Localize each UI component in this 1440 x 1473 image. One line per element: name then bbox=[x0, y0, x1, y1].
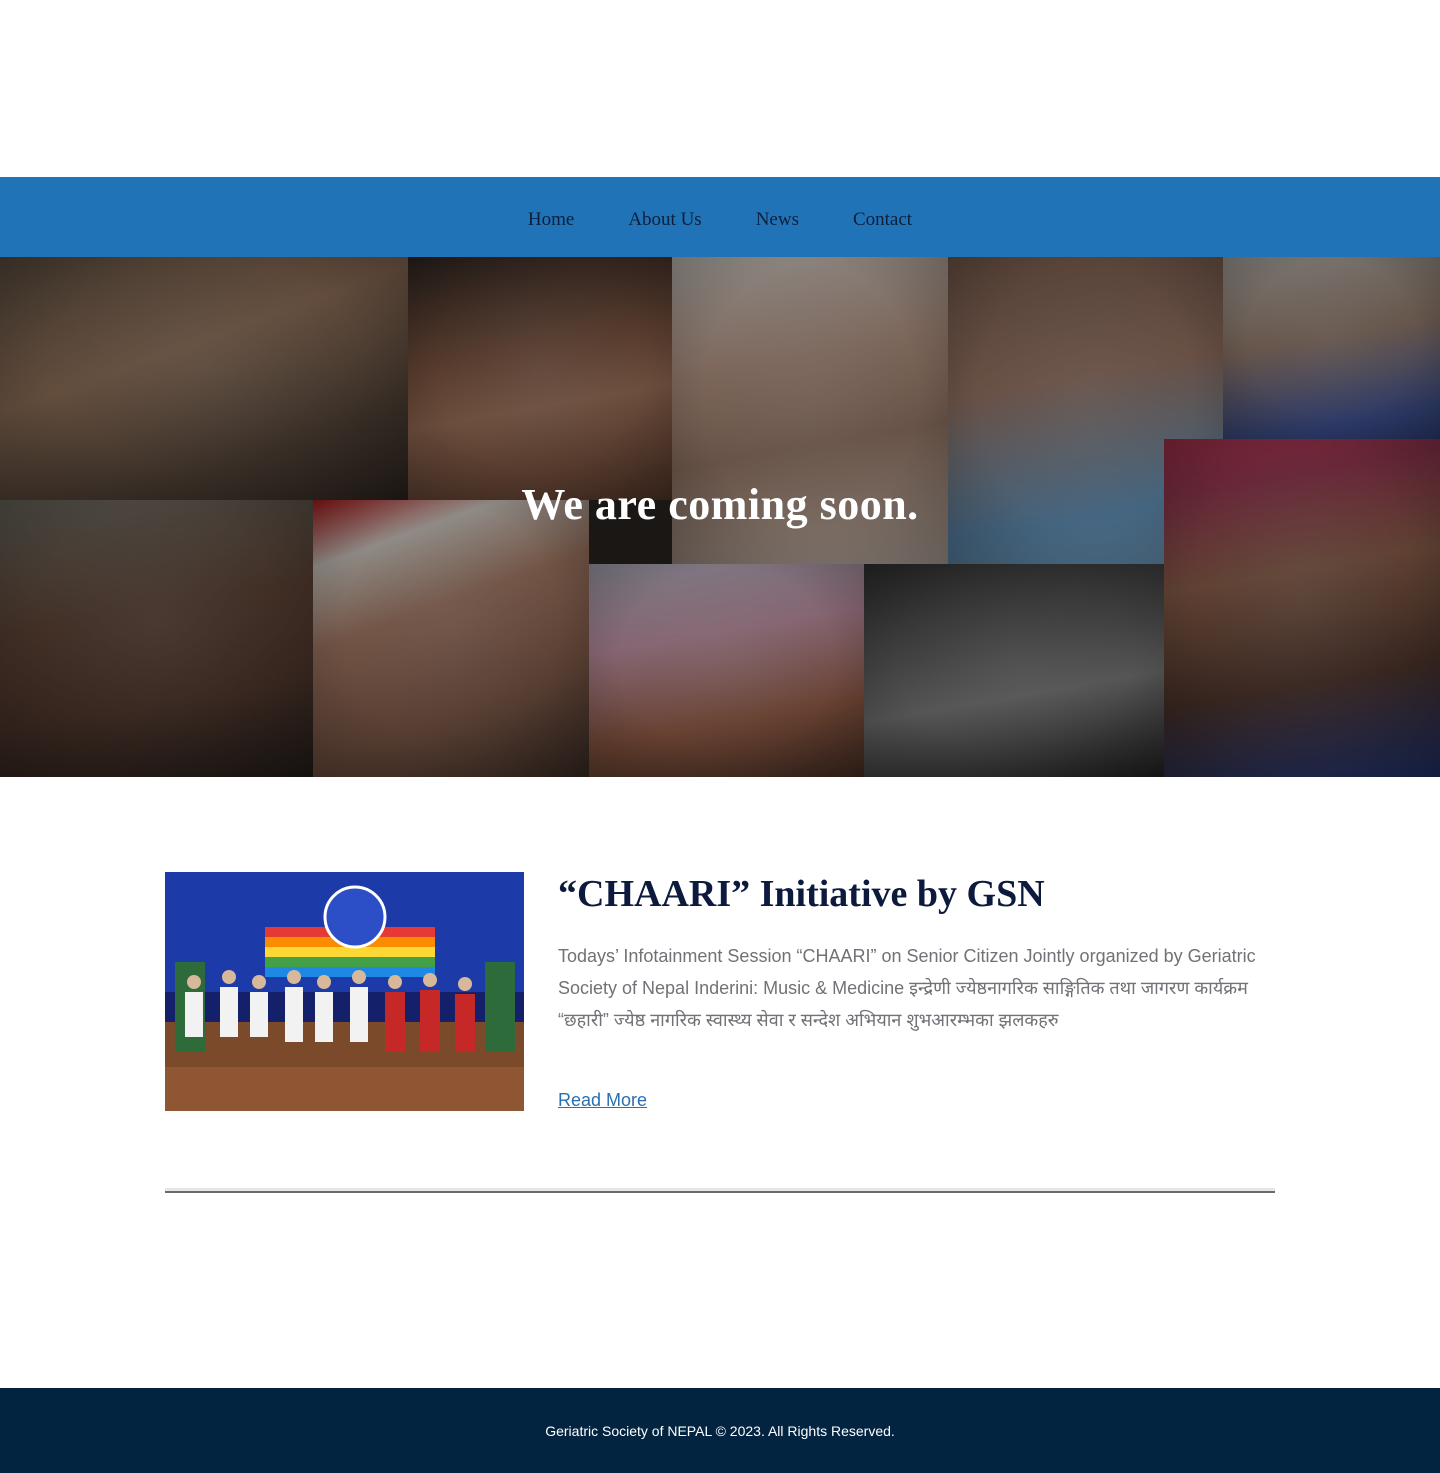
nav-item-about-us[interactable]: About Us bbox=[628, 203, 701, 231]
nav-item-news[interactable]: News bbox=[756, 203, 799, 231]
news-post: “CHAARI” Initiative by GSN Todays’ Infot… bbox=[165, 872, 1275, 1112]
hero-title: We are coming soon. bbox=[521, 480, 919, 529]
post-thumbnail-image bbox=[165, 872, 524, 1111]
section-divider bbox=[165, 1188, 1275, 1193]
post-excerpt: Todays’ Infotainment Session “CHAARI” on… bbox=[558, 946, 1256, 1030]
header-space bbox=[0, 0, 1440, 177]
read-more-link[interactable]: Read More bbox=[558, 1090, 647, 1111]
nav-item-home[interactable]: Home bbox=[528, 203, 574, 231]
footer-copyright: Geriatric Society of NEPAL © 2023. All R… bbox=[545, 1422, 895, 1439]
nav-item-contact[interactable]: Contact bbox=[853, 203, 912, 231]
main-nav: Home About Us News Contact bbox=[0, 177, 1440, 257]
post-title[interactable]: “CHAARI” Initiative by GSN bbox=[558, 872, 1045, 916]
hero-banner: We are coming soon. bbox=[0, 257, 1440, 777]
site-footer: Geriatric Society of NEPAL © 2023. All R… bbox=[0, 1388, 1440, 1473]
post-thumbnail[interactable] bbox=[165, 872, 524, 1111]
